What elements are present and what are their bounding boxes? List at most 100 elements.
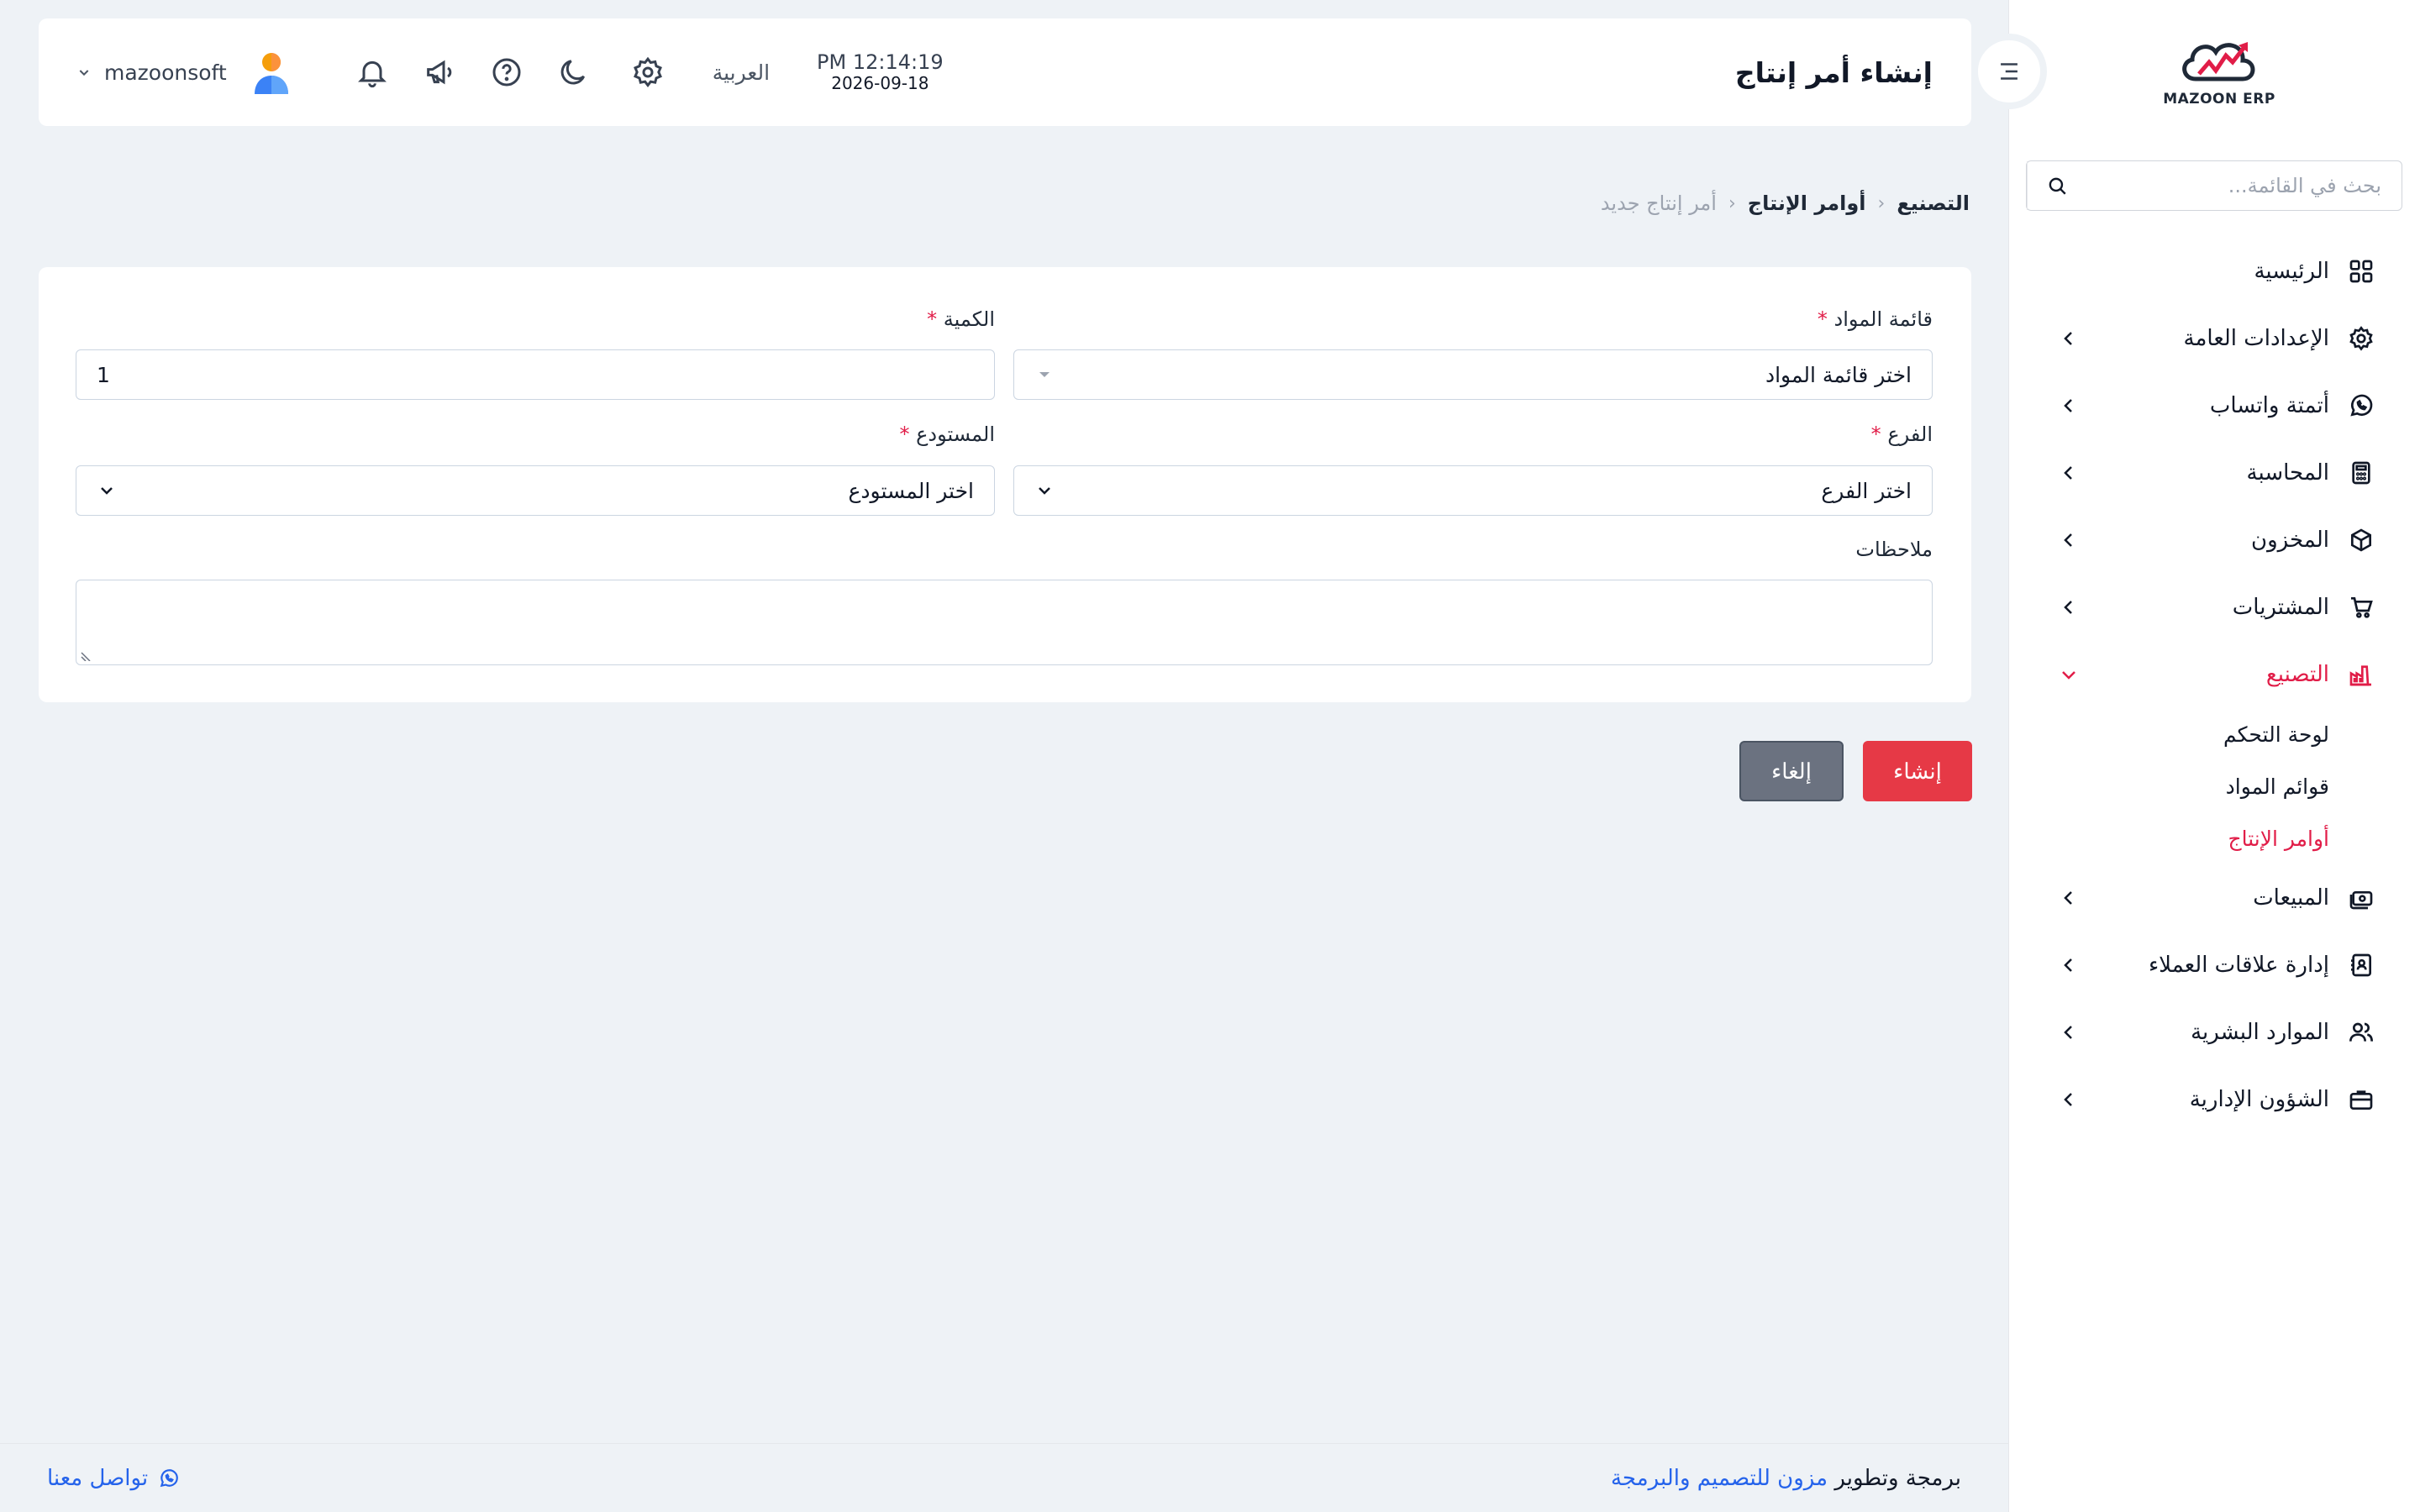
moon-icon[interactable] bbox=[555, 53, 593, 92]
logo-icon bbox=[2182, 42, 2255, 81]
sidebar-item-inventory[interactable]: المخزون bbox=[2008, 507, 2420, 574]
chevron-down-icon bbox=[1039, 487, 1050, 495]
footer-credit: برمجة وتطوير مزون للتصميم والبرمجة bbox=[1611, 1466, 1961, 1491]
menu-icon bbox=[2001, 63, 2018, 80]
branch-select-value: اختر الفرع bbox=[1821, 478, 1912, 503]
topbar-icons bbox=[353, 53, 593, 92]
chevron-left-icon bbox=[2064, 1093, 2072, 1106]
bom-label: قائمة المواد * bbox=[1818, 307, 1933, 331]
quantity-label-text: الكمية bbox=[943, 307, 995, 331]
sidebar-item-sales[interactable]: المبيعات bbox=[2008, 864, 2420, 932]
cash-icon bbox=[2346, 883, 2376, 913]
sidebar-item-manufacturing[interactable]: التصنيع bbox=[2008, 641, 2420, 708]
footer: تواصل معنا برمجة وتطوير مزون للتصميم وال… bbox=[0, 1443, 2008, 1512]
sidebar-item-label: الإعدادات العامة bbox=[2183, 326, 2329, 351]
resize-handle-icon[interactable] bbox=[80, 648, 93, 661]
chevron-left-icon bbox=[2064, 958, 2072, 972]
sidebar-menu: الرئيسية الإعدادات العامة أتمتة واتساب ا… bbox=[2008, 238, 2420, 1133]
contact-link[interactable]: تواصل معنا bbox=[47, 1466, 180, 1491]
sidebar-item-hr[interactable]: الموارد البشرية bbox=[2008, 999, 2420, 1066]
contacts-icon bbox=[2346, 950, 2376, 980]
bom-select[interactable]: اختر قائمة المواد bbox=[1013, 349, 1933, 400]
briefcase-icon bbox=[2346, 1084, 2376, 1115]
contact-label: تواصل معنا bbox=[47, 1465, 149, 1491]
clock-time: PM 12:14:19 bbox=[817, 50, 944, 74]
help-icon[interactable] bbox=[487, 53, 526, 92]
clock: PM 12:14:19 2026-09-18 bbox=[817, 50, 944, 94]
warehouse-select-value: اختر المستودع bbox=[848, 478, 974, 503]
whatsapp-icon bbox=[2346, 391, 2376, 421]
user-name: mazoonsoft bbox=[104, 60, 227, 85]
breadcrumb-manufacturing[interactable]: التصنيع bbox=[1897, 192, 1970, 215]
sidebar-item-accounting[interactable]: المحاسبة bbox=[2008, 439, 2420, 507]
user-menu[interactable]: mazoonsoft bbox=[77, 50, 291, 94]
chevron-left-icon bbox=[2064, 891, 2072, 905]
create-button[interactable]: إنشاء bbox=[1863, 741, 1972, 801]
bom-select-value: اختر قائمة المواد bbox=[1765, 362, 1912, 387]
chevron-down-icon bbox=[101, 487, 113, 495]
bell-icon[interactable] bbox=[353, 53, 392, 92]
required-mark: * bbox=[1817, 307, 1828, 331]
chevron-left-icon bbox=[2064, 466, 2072, 480]
sidebar-toggle-button[interactable] bbox=[1971, 34, 2047, 109]
sidebar-item-label: المبيعات bbox=[2253, 885, 2329, 911]
warehouse-label-text: المستودع bbox=[916, 423, 995, 446]
chevron-left-icon bbox=[2064, 1026, 2072, 1039]
sidebar-item-label: الشؤون الإدارية bbox=[2189, 1087, 2329, 1112]
quantity-input[interactable]: 1 bbox=[76, 349, 995, 400]
submenu-item-dashboard[interactable]: لوحة التحكم bbox=[2008, 708, 2329, 760]
notes-textarea[interactable] bbox=[76, 580, 1933, 665]
breadcrumb-separator: ‹ bbox=[1728, 192, 1736, 214]
sidebar-item-whatsapp[interactable]: أتمتة واتساب bbox=[2008, 372, 2420, 439]
required-mark: * bbox=[1870, 423, 1881, 446]
required-mark: * bbox=[927, 307, 938, 331]
required-mark: * bbox=[899, 423, 910, 446]
credit-prefix: برمجة وتطوير bbox=[1834, 1465, 1961, 1491]
chevron-left-icon bbox=[2064, 533, 2072, 547]
sidebar-search-input[interactable] bbox=[2086, 162, 2402, 209]
sidebar-item-purchases[interactable]: المشتريات bbox=[2008, 574, 2420, 641]
logo-text: MAZOON ERP bbox=[2163, 91, 2275, 108]
sidebar-item-label: الرئيسية bbox=[2254, 259, 2329, 284]
sidebar-search bbox=[2026, 160, 2402, 211]
calculator-icon bbox=[2346, 458, 2376, 488]
sidebar-item-home[interactable]: الرئيسية bbox=[2008, 238, 2420, 305]
sidebar-item-general-settings[interactable]: الإعدادات العامة bbox=[2008, 305, 2420, 372]
submenu-item-production-orders[interactable]: أوامر الإنتاج bbox=[2008, 812, 2329, 864]
company-link[interactable]: مزون للتصميم والبرمجة bbox=[1611, 1466, 1828, 1491]
sidebar-item-label: المحاسبة bbox=[2246, 460, 2329, 486]
caret-down-icon bbox=[1039, 372, 1050, 377]
top-bar: mazoonsoft العربية PM 12:14:19 2026-09-1… bbox=[39, 18, 1971, 126]
breadcrumb-production-orders[interactable]: أوامر الإنتاج bbox=[1748, 192, 1866, 215]
users-icon bbox=[2346, 1017, 2376, 1047]
submenu-item-bom[interactable]: قوائم المواد bbox=[2008, 760, 2329, 812]
cart-icon bbox=[2346, 592, 2376, 622]
production-order-form: قائمة المواد * الكمية * اختر قائمة الموا… bbox=[39, 267, 1971, 702]
chevron-left-icon bbox=[2064, 601, 2072, 614]
avatar bbox=[254, 53, 288, 94]
language-switch[interactable]: العربية bbox=[713, 60, 770, 85]
sidebar: MAZOON ERP الرئيسية الإعدادات العامة أتم… bbox=[2008, 0, 2420, 1512]
quantity-label: الكمية * bbox=[927, 307, 995, 331]
sidebar-item-label: التصنيع bbox=[2265, 662, 2329, 687]
sidebar-item-label: أتمتة واتساب bbox=[2209, 393, 2329, 418]
chevron-left-icon bbox=[2064, 399, 2072, 412]
app-logo[interactable]: MAZOON ERP bbox=[2152, 37, 2286, 113]
warehouse-select[interactable]: اختر المستودع bbox=[76, 465, 995, 516]
branch-label: الفرع * bbox=[1871, 423, 1933, 446]
sidebar-item-label: إدارة علاقات العملاء bbox=[2148, 953, 2329, 978]
search-icon[interactable] bbox=[2027, 161, 2086, 210]
chevron-down-icon bbox=[79, 70, 89, 76]
breadcrumb-current: أمر إنتاج جديد bbox=[1600, 192, 1717, 215]
box-icon bbox=[2346, 525, 2376, 555]
warehouse-label: المستودع * bbox=[899, 423, 995, 446]
gear-icon bbox=[2346, 323, 2376, 354]
chevron-down-icon bbox=[2062, 671, 2075, 680]
settings-icon[interactable] bbox=[629, 53, 667, 92]
sidebar-item-admin-affairs[interactable]: الشؤون الإدارية bbox=[2008, 1066, 2420, 1133]
breadcrumb-separator: ‹ bbox=[1877, 192, 1886, 214]
sidebar-item-crm[interactable]: إدارة علاقات العملاء bbox=[2008, 932, 2420, 999]
branch-select[interactable]: اختر الفرع bbox=[1013, 465, 1933, 516]
cancel-button[interactable]: إلغاء bbox=[1739, 741, 1844, 801]
megaphone-icon[interactable] bbox=[420, 53, 459, 92]
